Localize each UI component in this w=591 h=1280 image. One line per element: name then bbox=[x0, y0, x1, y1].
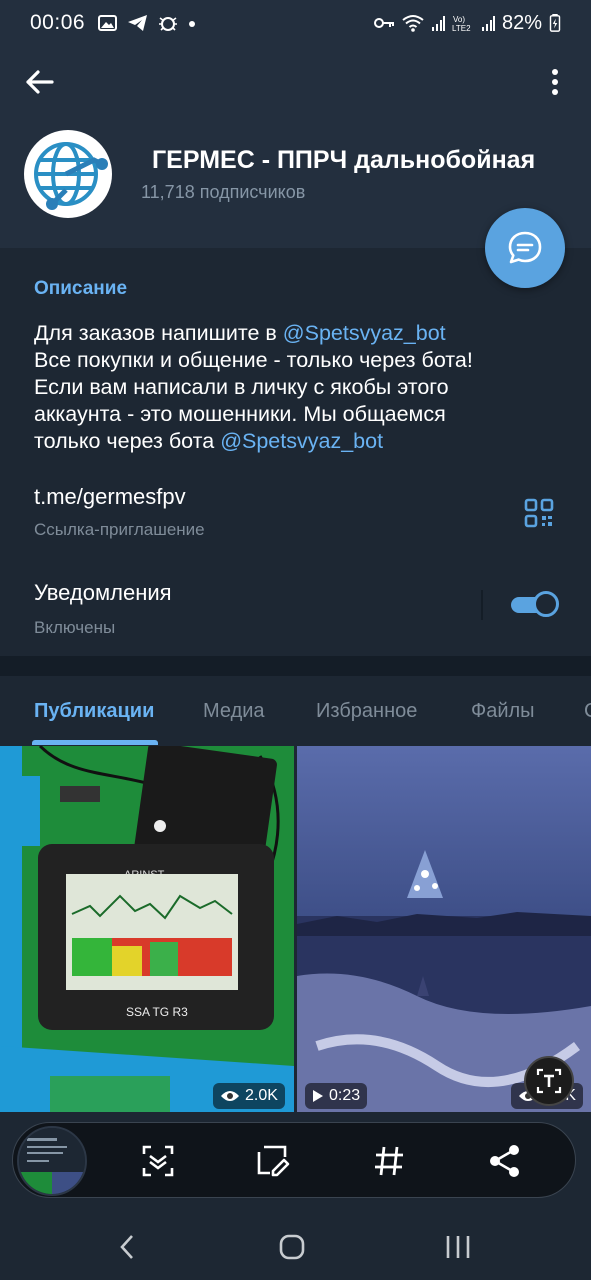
tab-favorites[interactable]: Избранное bbox=[316, 700, 417, 723]
screenshot-preview bbox=[19, 1128, 85, 1194]
scan-icon[interactable] bbox=[138, 1141, 178, 1181]
bot-link[interactable]: @Spetsvyaz_bot bbox=[220, 429, 383, 453]
svg-text:Vo): Vo) bbox=[453, 15, 465, 24]
description-text-segment: только через бота bbox=[34, 429, 221, 453]
status-bar: 00:06 Vo) LTE2 82% bbox=[0, 0, 591, 46]
notifications-toggle[interactable] bbox=[511, 591, 559, 617]
subscriber-count: 11,718 подписчиков bbox=[141, 182, 306, 202]
status-right-icons: Vo) LTE2 82% bbox=[373, 12, 561, 35]
status-left-icons bbox=[97, 14, 197, 32]
media-grid: ARINST SSA TG R3 2.0K bbox=[0, 746, 591, 1112]
active-tab-indicator bbox=[32, 740, 158, 745]
views-badge: 2.0K bbox=[213, 1083, 285, 1109]
play-icon bbox=[313, 1090, 323, 1102]
tab-media[interactable]: Медиа bbox=[203, 700, 265, 723]
nav-recents-icon[interactable] bbox=[438, 1232, 478, 1262]
description-line: Все покупки и общение - только через бот… bbox=[34, 348, 473, 372]
media-tabs: Публикации Медиа Избранное Файлы С bbox=[0, 676, 591, 746]
back-arrow-icon[interactable] bbox=[20, 64, 60, 100]
nav-home-icon[interactable] bbox=[272, 1232, 312, 1262]
channel-title: ГЕРМЕС - ППРЧ дальнобойная bbox=[152, 146, 536, 174]
media-video-tile[interactable]: 0:23 2.0K bbox=[297, 746, 591, 1112]
notifications-status: Включены bbox=[34, 618, 116, 637]
device-model-label: SSA TG R3 bbox=[126, 1005, 188, 1019]
bug-icon bbox=[159, 17, 178, 31]
tab-publications[interactable]: Публикации bbox=[34, 700, 154, 723]
description-text: Для заказов напишите в @Spetsvyaz_bot Вс… bbox=[34, 320, 554, 455]
tab-next[interactable]: С bbox=[584, 700, 591, 723]
channel-info: Описание Для заказов напишите в @Spetsvy… bbox=[0, 248, 591, 656]
edit-screenshot-icon[interactable] bbox=[253, 1141, 293, 1181]
section-divider bbox=[0, 656, 591, 676]
duration-badge: 0:23 bbox=[305, 1083, 368, 1109]
battery-percent: 82% bbox=[501, 11, 542, 34]
status-time: 00:06 bbox=[30, 11, 86, 34]
text-extract-button[interactable] bbox=[524, 1056, 574, 1106]
nav-back-icon[interactable] bbox=[107, 1232, 147, 1262]
more-menu-icon[interactable] bbox=[540, 64, 570, 100]
description-line: Если вам написали в личку с якобы этого bbox=[34, 375, 449, 399]
screenshot-thumbnail[interactable] bbox=[17, 1126, 87, 1196]
gallery-icon bbox=[98, 15, 118, 31]
media-photo-tile[interactable]: ARINST SSA TG R3 2.0K bbox=[0, 746, 294, 1112]
description-line: только через бота @Spetsvyaz_bot bbox=[34, 428, 554, 455]
tab-files[interactable]: Файлы bbox=[471, 700, 535, 723]
description-line: Для заказов напишите в @Spetsvyaz_bot bbox=[34, 320, 554, 347]
eye-icon bbox=[221, 1091, 239, 1101]
views-count: 2.0K bbox=[245, 1087, 278, 1104]
signal-icon bbox=[481, 16, 495, 31]
hashtag-icon[interactable] bbox=[369, 1141, 409, 1181]
dot-icon bbox=[189, 21, 196, 27]
screenshot-toolbar bbox=[12, 1122, 576, 1198]
telegram-icon bbox=[128, 15, 148, 31]
message-fab-button[interactable] bbox=[485, 208, 565, 288]
video-duration: 0:23 bbox=[329, 1087, 361, 1104]
description-text-segment: Для заказов напишите в bbox=[34, 321, 283, 345]
qr-code-icon[interactable] bbox=[524, 498, 554, 528]
signal-icon bbox=[431, 16, 445, 31]
system-nav-bar bbox=[0, 1212, 591, 1280]
wifi-icon bbox=[402, 15, 424, 32]
notifications-label: Уведомления bbox=[34, 580, 172, 605]
description-line: аккаунта - это мошенники. Мы общаемся bbox=[34, 402, 446, 426]
text-select-icon bbox=[536, 1068, 562, 1094]
channel-avatar[interactable] bbox=[24, 130, 112, 218]
spectrum-analyzer-photo: ARINST SSA TG R3 bbox=[0, 746, 294, 1112]
invite-link[interactable]: t.me/germesfpv bbox=[34, 484, 186, 510]
globe-logo-icon bbox=[28, 134, 108, 214]
volte-icon: Vo)LTE2 bbox=[452, 15, 471, 32]
divider bbox=[481, 590, 483, 620]
invite-link-label: Ссылка-приглашение bbox=[34, 520, 205, 539]
chat-bubble-icon bbox=[508, 231, 542, 264]
description-label: Описание bbox=[34, 278, 128, 299]
bot-link[interactable]: @Spetsvyaz_bot bbox=[283, 321, 446, 345]
toggle-knob bbox=[533, 591, 559, 617]
key-icon bbox=[373, 18, 394, 28]
share-icon[interactable] bbox=[485, 1141, 525, 1181]
battery-icon bbox=[549, 14, 561, 32]
svg-text:LTE2: LTE2 bbox=[452, 24, 471, 32]
